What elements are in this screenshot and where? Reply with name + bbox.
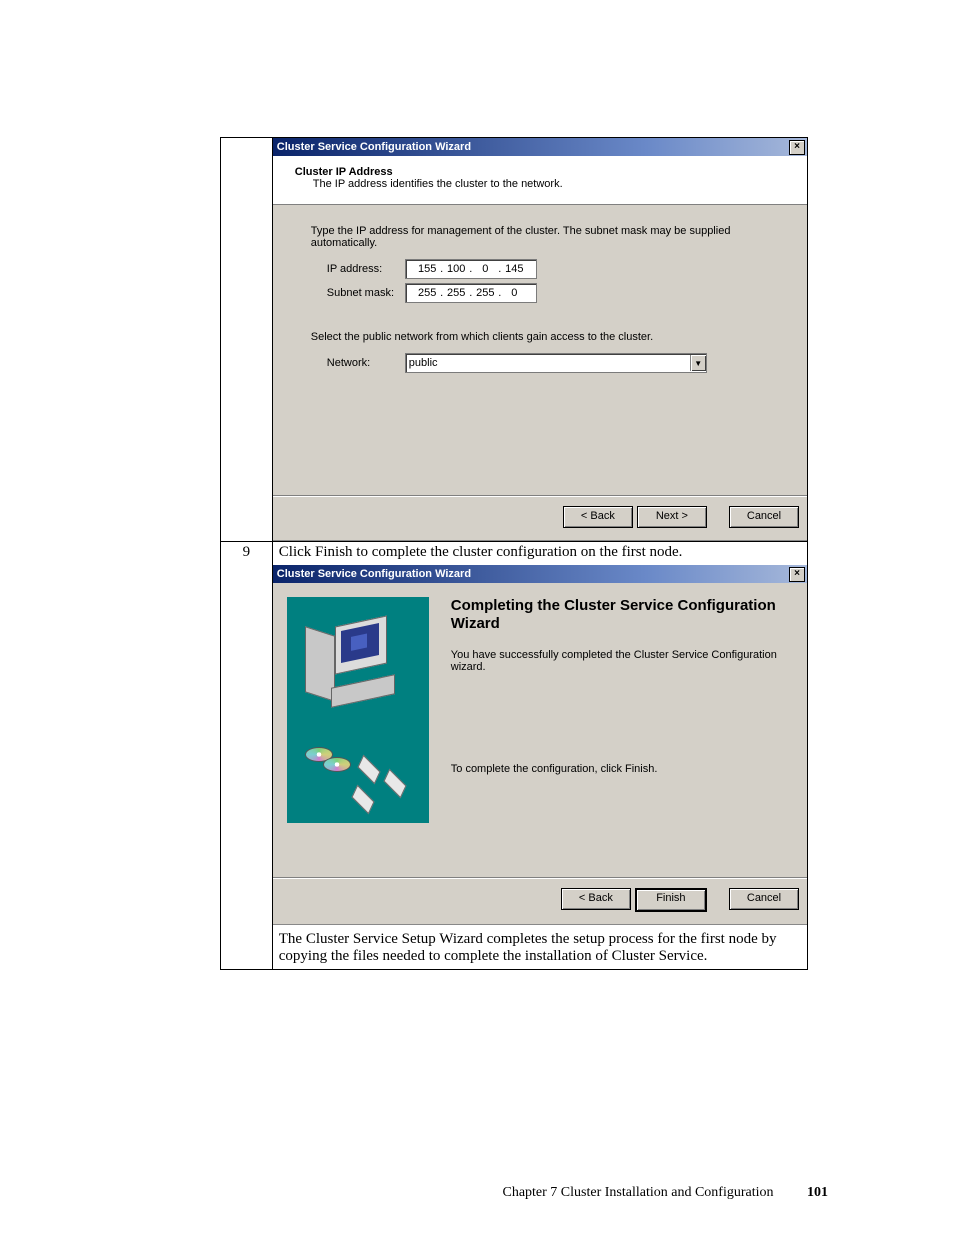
ip-instruction: Type the IP address for management of th… [311, 225, 769, 249]
subnet-mask-row: Subnet mask: 255. 255. 255. 0 [327, 283, 769, 303]
ip-octet-1[interactable]: 155 [414, 263, 440, 275]
ip-address-label: IP address: [327, 263, 405, 275]
dialog2-text-area: Completing the Cluster Service Configura… [451, 597, 785, 877]
cancel-button[interactable]: Cancel [729, 506, 799, 528]
instruction-table: Cluster Service Configuration Wizard × C… [220, 137, 808, 970]
page-number: 101 [807, 1185, 828, 1200]
dialog1-heading: Cluster IP Address [295, 166, 791, 178]
dialog1-subheading: The IP address identifies the cluster to… [313, 178, 791, 190]
subnet-octet-1[interactable]: 255 [414, 287, 440, 299]
dialog2-para1: You have successfully completed the Clus… [451, 649, 785, 673]
step-number: 9 [221, 542, 273, 970]
cluster-ip-dialog: Cluster Service Configuration Wizard × C… [273, 138, 807, 541]
dialog2-titlebar: Cluster Service Configuration Wizard × [273, 565, 807, 583]
ip-address-row: IP address: 155. 100. 0. 145 [327, 259, 769, 279]
wizard-computer-graphic [287, 597, 429, 823]
ip-octet-2[interactable]: 100 [443, 263, 469, 275]
dialog2-title: Cluster Service Configuration Wizard [277, 568, 471, 580]
dialog1-header: Cluster IP Address The IP address identi… [273, 156, 807, 205]
subnet-mask-input[interactable]: 255. 255. 255. 0 [405, 283, 537, 303]
close-icon[interactable]: × [789, 140, 805, 155]
dialog1-cell: Cluster Service Configuration Wizard × C… [272, 138, 807, 542]
ip-octet-3[interactable]: 0 [472, 263, 498, 275]
network-instruction: Select the public network from which cli… [311, 331, 769, 343]
finish-button[interactable]: Finish [635, 888, 707, 912]
dialog2-body: Completing the Cluster Service Configura… [273, 583, 807, 877]
next-button[interactable]: Next > [637, 506, 707, 528]
ip-octet-4[interactable]: 145 [501, 263, 527, 275]
subnet-mask-label: Subnet mask: [327, 287, 405, 299]
dialog2-cell: Click Finish to complete the cluster con… [272, 542, 807, 970]
network-label: Network: [327, 357, 405, 369]
dialog2-para2: To complete the configuration, click Fin… [451, 763, 785, 775]
dialog2-button-bar: < BackFinish Cancel [273, 878, 807, 924]
chapter-title: Chapter 7 Cluster Installation and Confi… [502, 1185, 773, 1200]
dialog1-body: Type the IP address for management of th… [273, 205, 807, 495]
dialog1-title: Cluster Service Configuration Wizard [277, 141, 471, 153]
subnet-octet-4[interactable]: 0 [501, 287, 527, 299]
cancel-button[interactable]: Cancel [729, 888, 799, 910]
close-icon[interactable]: × [789, 567, 805, 582]
subnet-octet-2[interactable]: 255 [443, 287, 469, 299]
subnet-octet-3[interactable]: 255 [472, 287, 498, 299]
network-row: Network: public ▼ [327, 353, 769, 373]
ip-address-input[interactable]: 155. 100. 0. 145 [405, 259, 537, 279]
step-cell-empty [221, 138, 273, 542]
step-outro-text: The Cluster Service Setup Wizard complet… [273, 925, 807, 969]
network-select[interactable]: public ▼ [405, 353, 707, 373]
page-footer: Chapter 7 Cluster Installation and Confi… [0, 1185, 954, 1201]
dialog2-heading: Completing the Cluster Service Configura… [451, 597, 785, 633]
dialog1-titlebar: Cluster Service Configuration Wizard × [273, 138, 807, 156]
back-button[interactable]: < Back [563, 506, 633, 528]
network-value: public [406, 357, 690, 369]
step-intro-text: Click Finish to complete the cluster con… [273, 542, 807, 565]
chevron-down-icon[interactable]: ▼ [690, 355, 706, 371]
completing-wizard-dialog: Cluster Service Configuration Wizard × [273, 565, 807, 925]
back-button[interactable]: < Back [561, 888, 631, 910]
dialog1-button-bar: < BackNext > Cancel [273, 496, 807, 540]
